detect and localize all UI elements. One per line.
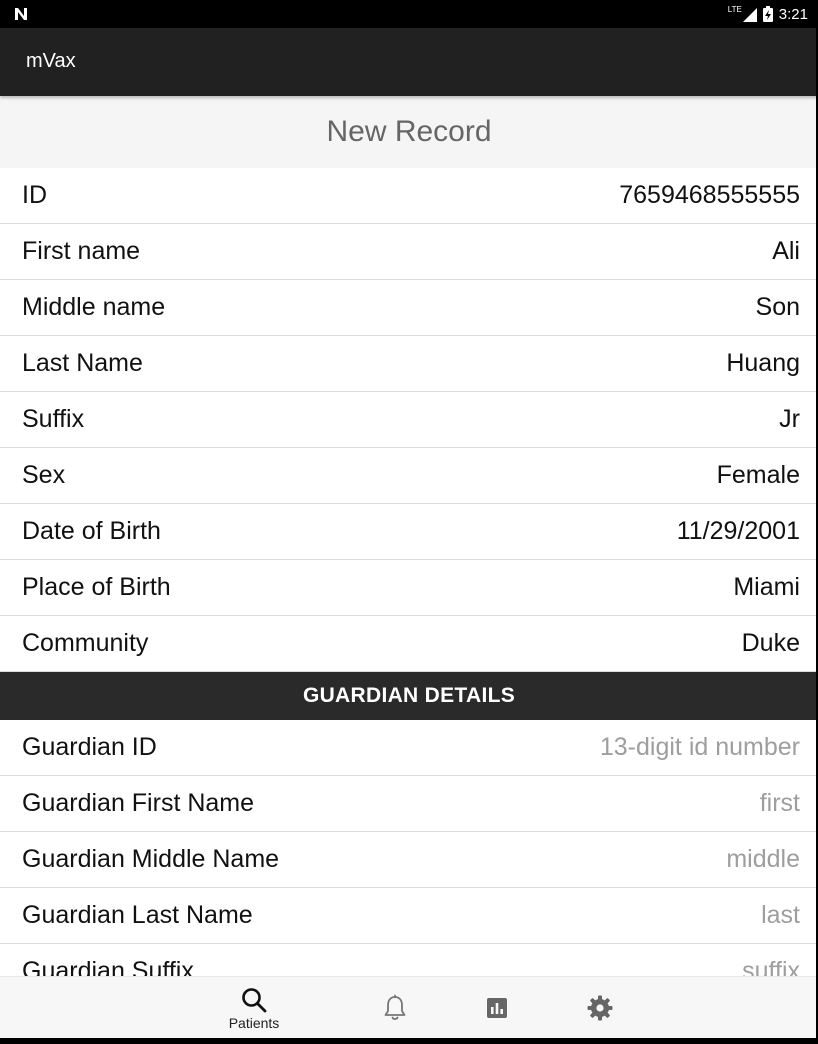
field-row-guardian-last-name[interactable]: Guardian Last Name last [0, 888, 818, 944]
nav-item-settings[interactable] [555, 977, 645, 1039]
battery-charging-icon [762, 6, 773, 22]
field-placeholder[interactable]: 13-digit id number [600, 733, 800, 762]
bottom-navigation: Patients [0, 976, 818, 1038]
field-placeholder[interactable]: middle [726, 845, 800, 874]
field-label: Suffix [22, 405, 85, 433]
field-placeholder[interactable]: first [760, 789, 800, 818]
field-row-guardian-first-name[interactable]: Guardian First Name first [0, 776, 818, 832]
field-label: Community [22, 629, 149, 657]
field-label: Sex [22, 461, 66, 489]
app-screen: LTE 3:21 mVax New Record ID 765946855555… [0, 0, 818, 1044]
field-value[interactable]: Ali [772, 237, 800, 266]
network-type-label: LTE [727, 5, 742, 14]
field-label: Guardian Last Name [22, 901, 253, 929]
field-value[interactable]: Miami [733, 573, 800, 602]
field-row-place-of-birth[interactable]: Place of Birth Miami [0, 560, 818, 616]
guardian-section-header: GUARDIAN DETAILS [0, 672, 818, 720]
field-value[interactable]: Female [717, 461, 800, 490]
nav-label-patients: Patients [228, 1014, 280, 1031]
nav-item-reports[interactable] [452, 977, 542, 1039]
field-row-last-name[interactable]: Last Name Huang [0, 336, 818, 392]
gear-icon [587, 995, 613, 1021]
field-label: Date of Birth [22, 517, 161, 545]
field-row-sex[interactable]: Sex Female [0, 448, 818, 504]
field-value[interactable]: Son [756, 293, 800, 322]
field-row-date-of-birth[interactable]: Date of Birth 11/29/2001 [0, 504, 818, 560]
field-label: Guardian Middle Name [22, 845, 280, 873]
field-row-first-name[interactable]: First name Ali [0, 224, 818, 280]
field-value[interactable]: Jr [779, 405, 800, 434]
field-row-guardian-id[interactable]: Guardian ID 13-digit id number [0, 720, 818, 776]
field-label: ID [22, 181, 47, 209]
lte-icon: LTE [728, 6, 757, 22]
field-placeholder[interactable]: suffix [742, 957, 800, 976]
system-nav-strip [0, 1038, 818, 1044]
field-value[interactable]: Huang [726, 349, 800, 378]
field-label: Guardian First Name [22, 789, 255, 817]
field-row-guardian-middle-name[interactable]: Guardian Middle Name middle [0, 832, 818, 888]
field-value[interactable]: Duke [742, 629, 800, 658]
field-label: Place of Birth [22, 573, 171, 601]
form-title: New Record [0, 96, 818, 168]
field-row-guardian-suffix[interactable]: Guardian Suffix suffix [0, 944, 818, 976]
field-row-middle-name[interactable]: Middle name Son [0, 280, 818, 336]
field-row-id[interactable]: ID 7659468555555 [0, 168, 818, 224]
status-bar-right: LTE 3:21 [728, 0, 808, 28]
bell-icon [384, 994, 406, 1020]
field-placeholder[interactable]: last [761, 901, 800, 930]
app-bar: mVax [0, 28, 818, 96]
field-label: Guardian Suffix [22, 957, 194, 976]
field-label: Last Name [22, 349, 143, 377]
status-time: 3:21 [778, 5, 808, 23]
field-label: First name [22, 237, 141, 265]
nav-item-notifications[interactable] [350, 977, 440, 1039]
field-row-community[interactable]: Community Duke [0, 616, 818, 672]
field-label: Middle name [22, 293, 166, 321]
app-title: mVax [26, 50, 76, 72]
field-value[interactable]: 7659468555555 [619, 181, 800, 210]
bar-chart-icon [487, 998, 507, 1018]
search-icon [242, 987, 267, 1012]
status-bar: LTE 3:21 [0, 0, 818, 28]
field-label: Guardian ID [22, 733, 157, 761]
field-value[interactable]: 11/29/2001 [677, 517, 800, 546]
cell-signal-icon [742, 8, 757, 22]
notification-n-icon [15, 8, 27, 20]
record-form: New Record ID 7659468555555 First name A… [0, 96, 818, 976]
nav-item-patients[interactable]: Patients [209, 977, 299, 1039]
field-row-suffix[interactable]: Suffix Jr [0, 392, 818, 448]
